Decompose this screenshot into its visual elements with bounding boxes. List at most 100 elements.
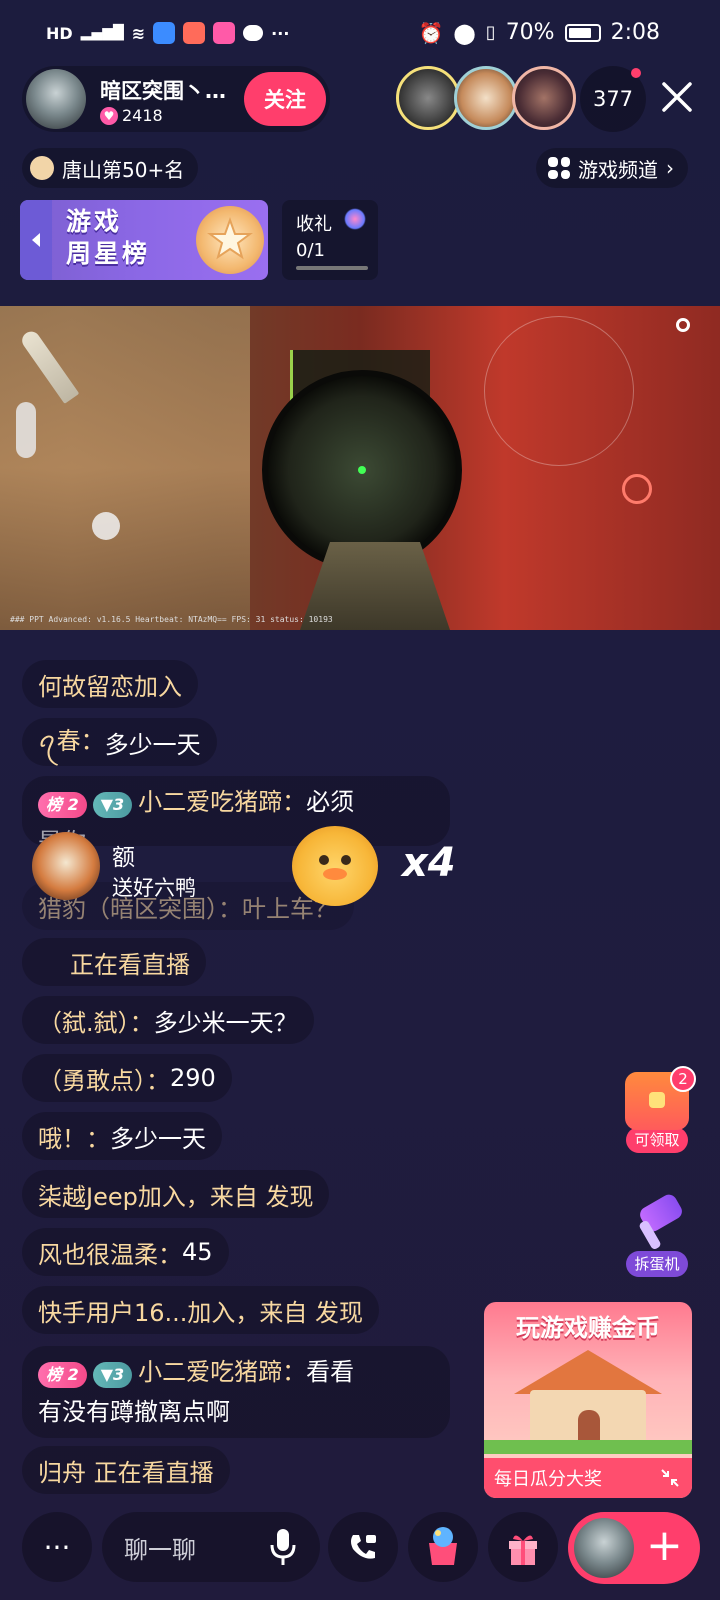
gift-task-title: 收礼 bbox=[296, 214, 332, 235]
close-icon[interactable] bbox=[660, 80, 694, 114]
chat-text: 快手用户16...加入，来自 发现 bbox=[38, 1298, 364, 1327]
chat-username[interactable]: 小二爱吃猪蹄： bbox=[138, 788, 306, 816]
chat-text: 正在看直播 bbox=[70, 950, 190, 979]
host-card[interactable]: 暗区突围丶… ♥ 2418 关注 bbox=[22, 66, 330, 132]
crosshair-button[interactable] bbox=[622, 474, 652, 504]
phone-video-icon bbox=[351, 1535, 376, 1559]
viewer-avatar[interactable] bbox=[396, 66, 460, 130]
follow-button[interactable]: 关注 bbox=[244, 72, 326, 126]
chat-text: 何故留恋加入 bbox=[38, 672, 182, 701]
chat-username[interactable]: ꪖ春： bbox=[38, 717, 105, 768]
weekstar-line2: 周星榜 bbox=[66, 239, 151, 268]
chat-username[interactable]: 小二爱吃猪蹄： bbox=[138, 1358, 306, 1386]
gift-task-progress: 0/1 bbox=[296, 240, 325, 261]
battery-percent: 70% bbox=[505, 20, 555, 45]
city-rank[interactable]: 唐山第50+名 bbox=[22, 148, 199, 188]
more-icon: ··· bbox=[43, 1530, 71, 1564]
promo-card[interactable]: 玩游戏赚金币 每日瓜分大奖 bbox=[484, 1302, 692, 1498]
chest-count-badge: 2 bbox=[670, 1066, 696, 1092]
rank-badge: 榜 2 bbox=[38, 1362, 87, 1388]
viewer-avatar[interactable] bbox=[454, 66, 518, 130]
chat-username[interactable]: 哦！： bbox=[38, 1119, 110, 1154]
scope-dot bbox=[358, 466, 366, 474]
gift-count: x4 bbox=[402, 840, 456, 886]
alarm-icon: ⏰ bbox=[418, 20, 444, 45]
gift-icon bbox=[509, 1535, 537, 1565]
my-profile-plus-button[interactable]: + bbox=[568, 1512, 700, 1584]
weekstar-line1: 游戏 bbox=[66, 207, 123, 236]
gift-description: 送好六鸭 bbox=[112, 876, 196, 900]
chat-username[interactable]: （勇敢点）： bbox=[38, 1061, 170, 1096]
live-video[interactable]: ### PPT Advanced: v1.16.5 Heartbeat: NTA… bbox=[0, 306, 720, 630]
signal-icon: ▂▄▆█ bbox=[80, 25, 124, 41]
chat-text: 多少一天 bbox=[110, 1124, 206, 1153]
settings-icon[interactable] bbox=[676, 318, 690, 332]
chat-text-line2: 有没有蹲撤离点啊 bbox=[38, 1398, 230, 1426]
more-notifications: ··· bbox=[271, 23, 290, 43]
chat-text: 290 bbox=[170, 1064, 216, 1092]
chat-username[interactable]: 风也很温柔： bbox=[38, 1235, 182, 1270]
house-illustration bbox=[514, 1350, 662, 1450]
egg-machine-button[interactable]: 拆蛋机 bbox=[620, 1191, 694, 1277]
chat-text: 归舟 正在看直播 bbox=[38, 1458, 214, 1487]
chevron-right-icon: › bbox=[666, 156, 674, 180]
vibrate-icon: ▯ bbox=[485, 22, 496, 43]
chat-join-message: 柒越Jeep加入，来自 发现 bbox=[22, 1170, 330, 1218]
cloud-app-icon bbox=[153, 22, 176, 44]
mail-app-icon bbox=[183, 22, 206, 44]
chat-message[interactable]: ꪖ春： 多少一天 bbox=[22, 718, 217, 766]
game-channel[interactable]: 游戏频道 › bbox=[536, 148, 688, 188]
gift-task[interactable]: 收礼 0/1 bbox=[282, 200, 378, 280]
chat-message[interactable]: 正在看直播 bbox=[22, 938, 206, 986]
diamond-badge: ▼ 3 bbox=[92, 1362, 133, 1388]
call-button[interactable] bbox=[328, 1512, 398, 1582]
chat-bubble-icon bbox=[243, 25, 264, 41]
chevron-left-icon[interactable] bbox=[20, 200, 52, 280]
gift-button[interactable] bbox=[488, 1512, 558, 1582]
treasure-chest-button[interactable]: 2 可领取 bbox=[620, 1066, 696, 1153]
weekstar-banner[interactable]: 游戏 周星榜 bbox=[20, 200, 268, 280]
chat-text: 看看 bbox=[306, 1358, 355, 1386]
my-avatar[interactable] bbox=[574, 1518, 634, 1578]
host-name: 暗区突围丶… bbox=[100, 79, 226, 103]
hd-indicator: HD bbox=[46, 23, 73, 43]
chat-text: 45 bbox=[182, 1238, 213, 1266]
hud-debug-text: ### PPT Advanced: v1.16.5 Heartbeat: NTA… bbox=[10, 615, 333, 624]
star-badge-icon bbox=[196, 206, 264, 274]
lucky-gift-button[interactable] bbox=[408, 1512, 478, 1582]
chat-input[interactable]: 聊一聊 bbox=[102, 1512, 320, 1582]
chat-message[interactable]: 榜 2 ▼ 3 小二爱吃猪蹄：看看 有没有蹲撤离点啊 bbox=[22, 1346, 450, 1438]
viewer-avatar[interactable] bbox=[512, 66, 576, 130]
chat-message[interactable]: 哦！： 多少一天 bbox=[22, 1112, 222, 1160]
promo-subtitle: 每日瓜分大奖 bbox=[494, 1469, 602, 1490]
gift-bag-icon bbox=[429, 1527, 457, 1565]
likes-count: 2418 bbox=[122, 106, 163, 125]
microphone-icon[interactable] bbox=[268, 1527, 298, 1567]
chat-text: 多少米一天？ bbox=[153, 1008, 298, 1037]
joystick[interactable] bbox=[92, 512, 120, 540]
firework-icon bbox=[344, 208, 366, 230]
store-app-icon bbox=[213, 22, 236, 44]
shrink-icon[interactable] bbox=[660, 1468, 680, 1488]
wifi-icon: ≋ bbox=[131, 23, 146, 43]
host-avatar[interactable] bbox=[26, 69, 86, 129]
chat-join-message: 快手用户16...加入，来自 发现 bbox=[22, 1286, 380, 1334]
grass-strip bbox=[484, 1440, 692, 1454]
chat-message[interactable]: （弑.弑）： 多少米一天？ bbox=[22, 996, 314, 1044]
chat-message[interactable]: 风也很温柔： 45 bbox=[22, 1228, 229, 1276]
host-likes: ♥ 2418 bbox=[100, 106, 163, 125]
body-status-icon bbox=[16, 402, 36, 458]
chat-username[interactable]: （弑.弑）： bbox=[38, 1003, 154, 1038]
chat-join-message: 何故留恋加入 bbox=[22, 660, 198, 708]
sender-avatar[interactable] bbox=[32, 832, 100, 900]
gift-task-bar bbox=[296, 266, 368, 270]
status-bar: HD ▂▄▆█ ≋ ··· ⏰ ⬤ ▯ 70% 2:08 bbox=[0, 0, 720, 70]
rank-badge: 榜 2 bbox=[38, 792, 87, 818]
chat-message[interactable]: （勇敢点）： 290 bbox=[22, 1054, 232, 1102]
duck-gift-icon bbox=[292, 826, 378, 906]
more-button[interactable]: ··· bbox=[22, 1512, 92, 1582]
gift-banner[interactable]: 额 送好六鸭 x4 bbox=[26, 820, 466, 908]
plus-icon: + bbox=[646, 1520, 683, 1571]
chat-text: 柒越Jeep加入，来自 发现 bbox=[38, 1182, 314, 1211]
top-viewers bbox=[396, 66, 576, 130]
